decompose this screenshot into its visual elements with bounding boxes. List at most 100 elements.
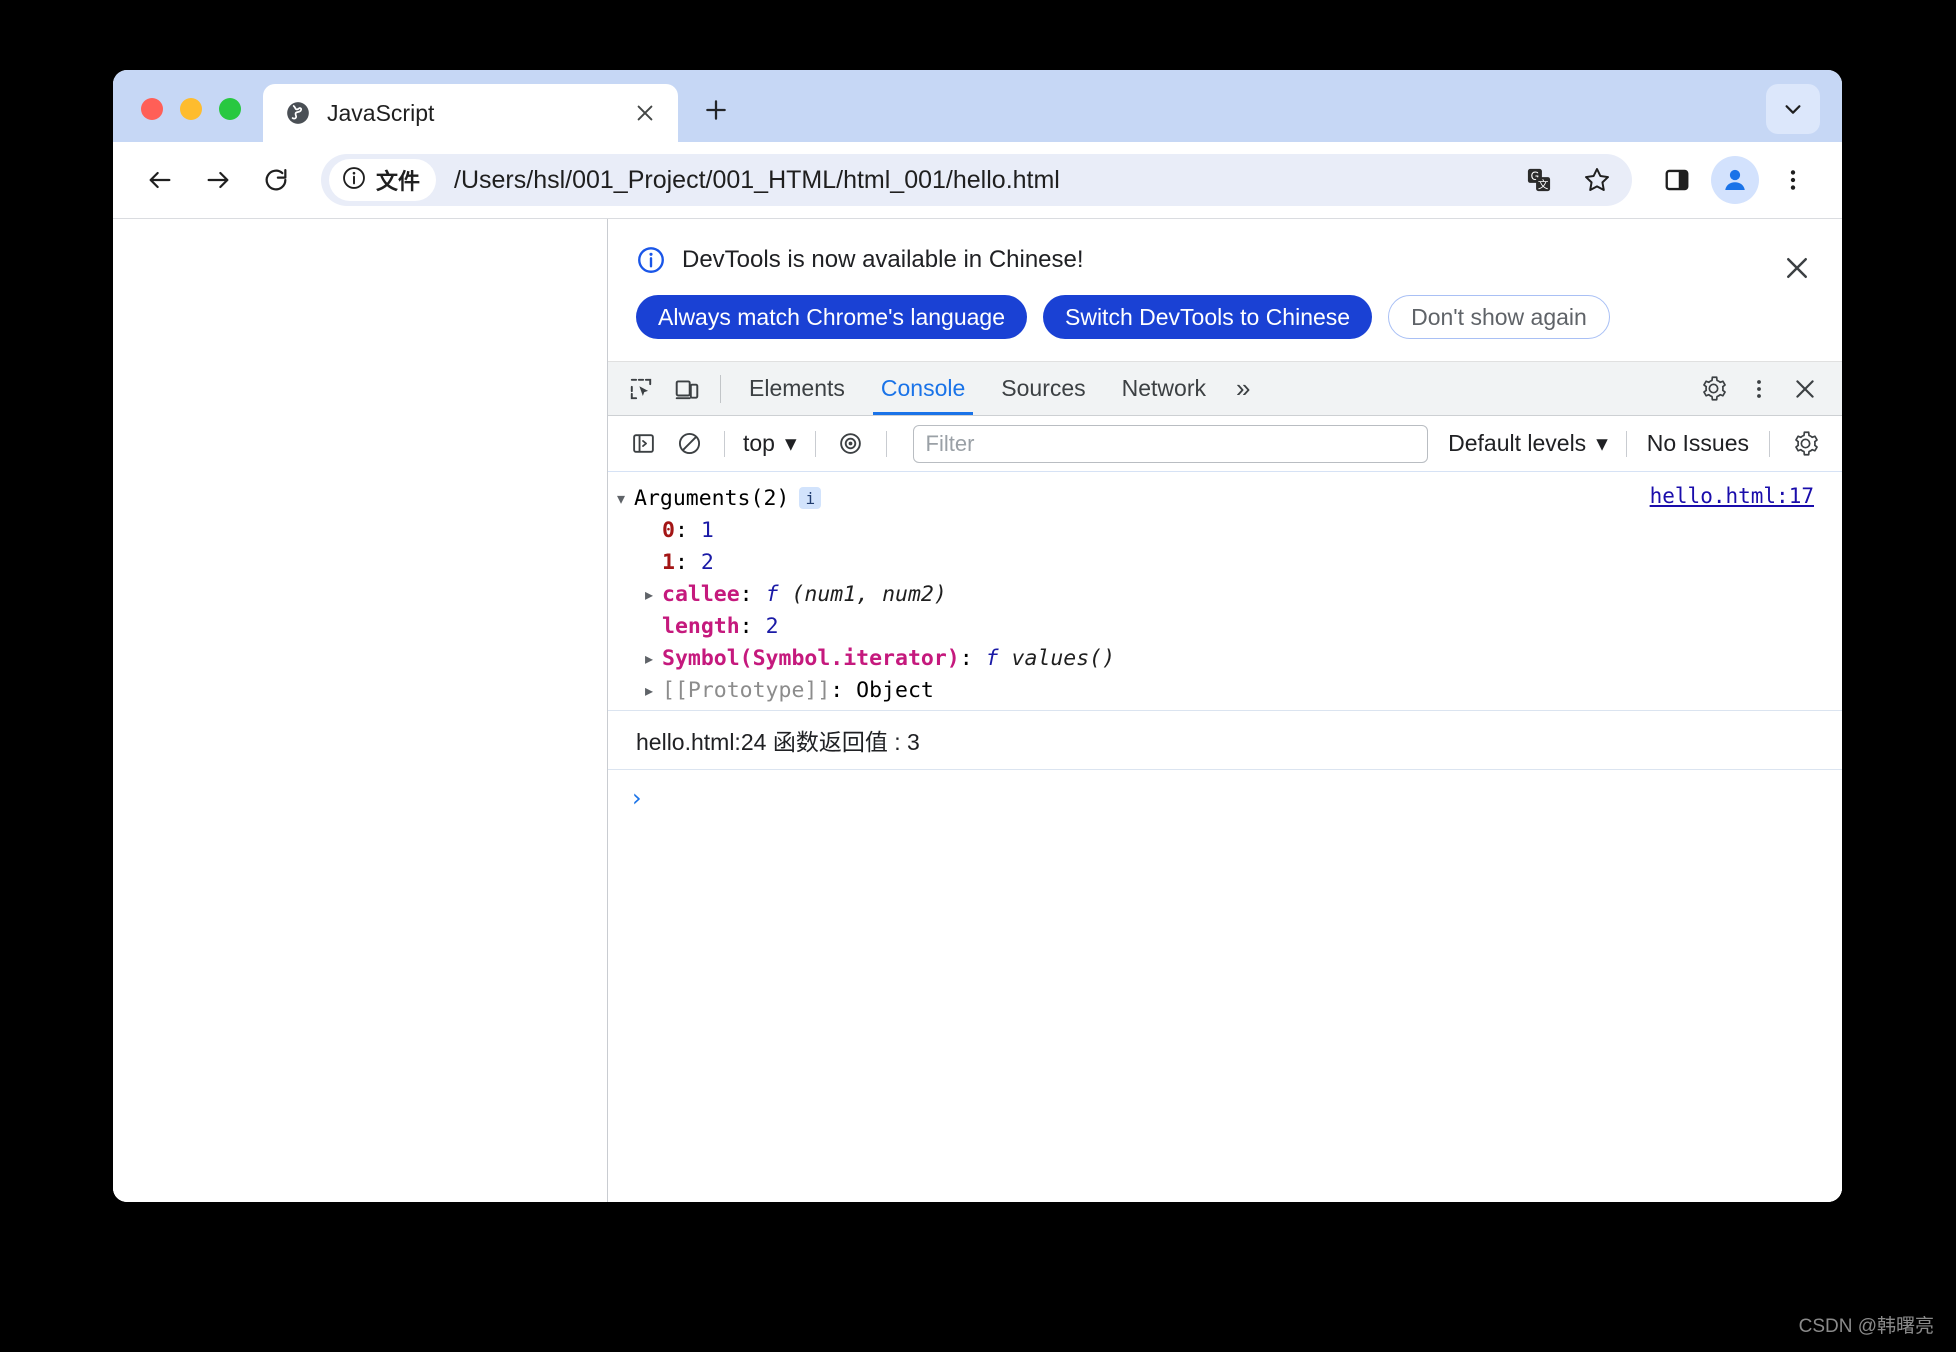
show-console-sidebar-icon[interactable] [620, 422, 666, 466]
minimize-window-button[interactable] [180, 98, 202, 120]
device-toolbar-icon[interactable] [664, 367, 710, 411]
execution-context-label: top [743, 430, 775, 456]
svg-text:文: 文 [1538, 178, 1549, 191]
object-label: Arguments(2) [634, 485, 790, 511]
forward-button[interactable] [191, 153, 245, 207]
url-text: /Users/hsl/001_Project/001_HTML/html_001… [454, 165, 1060, 194]
log-levels-label: Default levels [1448, 430, 1587, 456]
back-button[interactable] [133, 153, 187, 207]
window-traffic-lights [113, 98, 241, 142]
property-key: callee [662, 581, 740, 607]
screen: JavaScript 文件 /Users/hsl/001_Project/001… [0, 0, 1956, 1352]
three-dot-menu-icon[interactable] [1736, 367, 1782, 411]
profile-button[interactable] [1708, 153, 1762, 207]
separator: : [674, 549, 701, 575]
translate-icon[interactable]: G 文 [1512, 153, 1566, 207]
reload-button[interactable] [249, 153, 303, 207]
disclosure-triangle-icon[interactable]: ▾ [608, 489, 634, 508]
maximize-window-button[interactable] [219, 98, 241, 120]
new-tab-button[interactable] [694, 88, 738, 132]
separator: : [739, 581, 766, 607]
language-banner: DevTools is now available in Chinese! Al… [608, 219, 1842, 362]
avatar [1711, 156, 1759, 204]
separator: : [739, 613, 766, 639]
clear-console-icon[interactable] [666, 422, 712, 466]
switch-devtools-to-chinese-button[interactable]: Switch DevTools to Chinese [1043, 295, 1373, 339]
disclosure-triangle-icon[interactable]: ▸ [636, 585, 662, 604]
console-message-text: hello.html:24 函数返回值 : 3 [608, 711, 1842, 770]
object-property-row[interactable]: ▸ callee : f (num1, num2) [608, 578, 1842, 610]
tab-elements[interactable]: Elements [731, 362, 863, 415]
always-match-language-button[interactable]: Always match Chrome's language [636, 295, 1027, 339]
page-viewport [113, 219, 608, 1202]
browser-toolbar: 文件 /Users/hsl/001_Project/001_HTML/html_… [113, 142, 1842, 218]
console-prompt[interactable]: › [608, 770, 1842, 812]
object-property-row: 1 : 2 [608, 546, 1842, 578]
divider [1769, 430, 1770, 457]
globe-icon [285, 100, 311, 126]
three-dot-menu-icon[interactable] [1766, 153, 1820, 207]
eye-icon[interactable] [828, 422, 874, 466]
source-link[interactable]: hello.html:17 [1650, 484, 1814, 508]
banner-message: DevTools is now available in Chinese! [682, 246, 1084, 273]
console-output: hello.html:17 ▾ Arguments(2) i 0 : 1 1:… [608, 472, 1842, 1202]
divider [885, 430, 887, 457]
omnibox-actions: G 文 [1512, 153, 1624, 207]
chevron-down-icon: ▾ [784, 430, 797, 456]
filter-input[interactable] [912, 424, 1429, 463]
console-toolbar: top ▾ Default levels ▾ No Issues [608, 416, 1842, 472]
issues-counter[interactable]: No Issues [1639, 430, 1757, 457]
property-key: length [662, 613, 740, 639]
close-icon[interactable] [1778, 249, 1816, 287]
gear-icon[interactable] [1782, 422, 1828, 466]
tab-network[interactable]: Network [1104, 362, 1224, 415]
disclosure-triangle-icon[interactable]: ▸ [636, 649, 662, 668]
star-icon[interactable] [1570, 153, 1624, 207]
devtools-tabs: Elements Console Sources Network » [731, 362, 1262, 415]
prompt-caret-icon: › [632, 784, 642, 812]
tab-sources[interactable]: Sources [983, 362, 1103, 415]
tab-search-button[interactable] [1766, 84, 1820, 134]
execution-context-selector[interactable]: top ▾ [737, 430, 803, 457]
console-message-object: hello.html:17 ▾ Arguments(2) i 0 : 1 1:… [608, 472, 1842, 711]
object-property-row: length : 2 [608, 610, 1842, 642]
devtools-panel: DevTools is now available in Chinese! Al… [608, 219, 1842, 1202]
close-window-button[interactable] [141, 98, 163, 120]
object-property-row[interactable]: ▸ Symbol(Symbol.iterator) : f values() [608, 642, 1842, 674]
browser-tab[interactable]: JavaScript [263, 84, 678, 142]
close-icon[interactable] [1782, 367, 1828, 411]
function-marker: f [765, 581, 779, 607]
inspect-element-icon[interactable] [618, 367, 664, 411]
property-value: 2 [700, 549, 714, 575]
function-signature: (num1, num2) [778, 581, 947, 607]
property-key: Symbol(Symbol.iterator) [662, 645, 960, 671]
tab-strip: JavaScript [113, 70, 1842, 142]
property-value: Object [856, 677, 934, 703]
log-levels-selector[interactable]: Default levels ▾ [1442, 430, 1614, 457]
info-badge-icon[interactable]: i [799, 487, 822, 509]
divider [814, 430, 816, 457]
site-info-chip[interactable]: 文件 [329, 159, 437, 201]
more-tabs-icon[interactable]: » [1224, 373, 1262, 404]
source-link[interactable]: hello.html:24 [636, 729, 766, 755]
object-property-row[interactable]: ▸ [[Prototype]] : Object [608, 674, 1842, 706]
property-key: [[Prototype]] [662, 677, 831, 703]
side-panel-icon[interactable] [1650, 153, 1704, 207]
chevron-down-icon: ▾ [1596, 430, 1608, 456]
close-icon[interactable] [630, 98, 660, 128]
property-key: 1 [662, 549, 675, 575]
watermark: CSDN @韩曙亮 [1798, 1316, 1934, 1337]
dont-show-again-button[interactable]: Don't show again [1388, 295, 1610, 339]
tab-console[interactable]: Console [863, 362, 983, 415]
separator: : [830, 677, 857, 703]
property-value: 2 [765, 613, 779, 639]
banner-message-row: DevTools is now available in Chinese! [636, 245, 1814, 275]
address-bar[interactable]: 文件 /Users/hsl/001_Project/001_HTML/html_… [321, 154, 1632, 206]
devtools-tabbar: Elements Console Sources Network » [608, 362, 1842, 416]
divider [1625, 430, 1627, 457]
gear-icon[interactable] [1690, 367, 1736, 411]
property-value: 1 [700, 517, 714, 543]
disclosure-triangle-icon[interactable]: ▸ [636, 681, 662, 700]
content-area: DevTools is now available in Chinese! Al… [113, 218, 1842, 1202]
browser-window: JavaScript 文件 /Users/hsl/001_Project/001… [113, 70, 1842, 1202]
